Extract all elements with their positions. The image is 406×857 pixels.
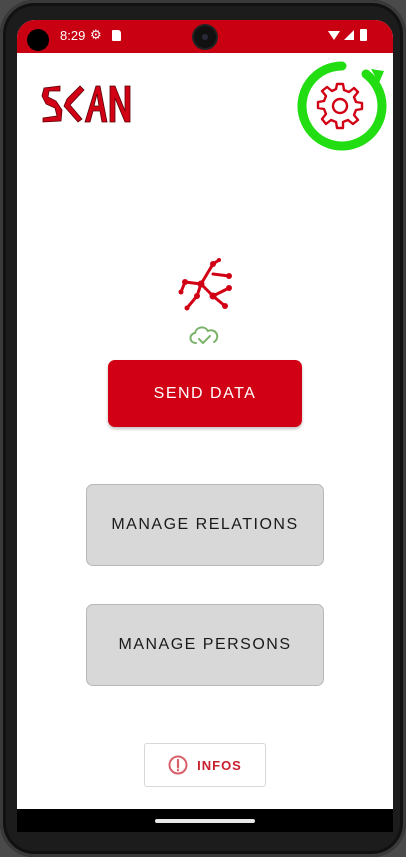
- infos-label: INFOS: [197, 757, 242, 773]
- infos-button[interactable]: INFOS: [144, 743, 266, 787]
- settings-button[interactable]: [296, 60, 388, 152]
- scan-logo: [41, 85, 131, 123]
- home-gesture-handle[interactable]: [155, 819, 255, 823]
- status-time: 8:29: [60, 28, 86, 43]
- status-settings-icon: ⚙: [90, 27, 102, 42]
- sd-card-icon: [112, 30, 121, 41]
- cloud-check-icon: [189, 326, 219, 344]
- manage-relations-button[interactable]: MANAGE RELATIONS: [86, 484, 324, 566]
- status-bar: 8:29 ⚙: [17, 20, 393, 53]
- gear-icon: [297, 61, 387, 151]
- send-data-button[interactable]: SEND DATA: [108, 360, 302, 427]
- front-sensor: [27, 29, 49, 51]
- wifi-icon: [328, 31, 340, 40]
- manage-persons-button[interactable]: MANAGE PERSONS: [86, 604, 324, 686]
- battery-icon: [360, 29, 367, 41]
- navigation-bar: [17, 809, 393, 832]
- camera-cutout: [194, 26, 216, 48]
- network-graph-icon: [178, 258, 232, 311]
- signal-icon: [344, 30, 354, 40]
- info-circle-icon: [168, 755, 188, 775]
- app-screen: 8:29 ⚙ SEND DATA MANAGE RELATIONS MANAGE…: [17, 20, 393, 832]
